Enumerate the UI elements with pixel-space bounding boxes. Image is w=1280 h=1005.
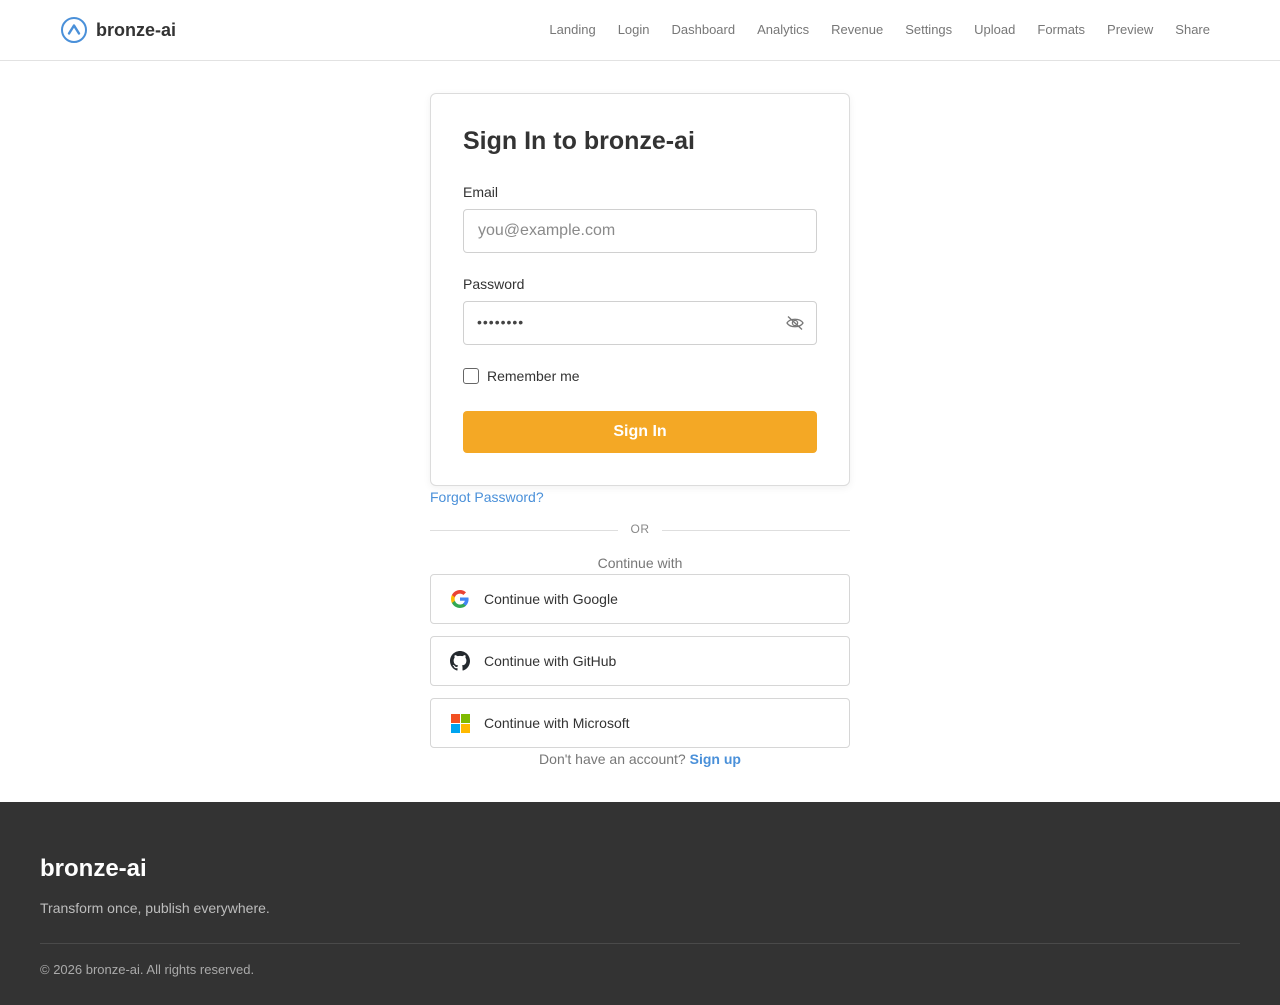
password-value: ••••••••	[477, 314, 525, 330]
brand-name: bronze-ai	[96, 19, 177, 40]
sign-in-button[interactable]: Sign In	[463, 411, 817, 453]
forgot-password-link[interactable]: Forgot Password?	[430, 489, 544, 505]
signin-title: Sign In to bronze-ai	[463, 127, 695, 155]
github-signin-label: Continue with GitHub	[484, 653, 617, 669]
email-field[interactable]	[463, 209, 817, 253]
remember-me-label: Remember me	[487, 368, 580, 384]
eye-off-icon[interactable]	[786, 315, 804, 331]
github-icon	[449, 650, 471, 672]
nav-link-settings[interactable]: Settings	[905, 22, 952, 38]
nav-link-login[interactable]: Login	[618, 22, 650, 38]
nav-link-preview[interactable]: Preview	[1107, 22, 1153, 38]
brand-logo-icon	[61, 17, 87, 43]
google-signin-label: Continue with Google	[484, 591, 618, 607]
microsoft-icon	[449, 712, 471, 734]
email-label: Email	[463, 184, 499, 200]
footer-divider	[40, 943, 1240, 944]
continue-with-label: Continue with	[597, 555, 683, 571]
remember-me-checkbox[interactable]	[463, 368, 479, 384]
brand-logo[interactable]: bronze-ai	[60, 16, 176, 44]
remember-me[interactable]: Remember me	[463, 368, 580, 384]
google-icon	[449, 588, 471, 610]
footer-tagline: Transform once, publish everywhere.	[40, 900, 270, 916]
github-signin-button[interactable]: Continue with GitHub	[430, 636, 850, 686]
nav-link-formats[interactable]: Formats	[1037, 22, 1085, 38]
nav-link-dashboard[interactable]: Dashboard	[672, 22, 736, 38]
or-divider: OR	[630, 522, 650, 536]
divider-right	[662, 530, 850, 531]
site-footer: bronze-ai Transform once, publish everyw…	[0, 802, 1280, 1005]
microsoft-signin-button[interactable]: Continue with Microsoft	[430, 698, 850, 748]
nav-link-revenue[interactable]: Revenue	[831, 22, 883, 38]
nav-link-landing[interactable]: Landing	[549, 22, 595, 38]
signup-prompt: Don't have an account? Sign up	[430, 751, 850, 767]
sign-up-link[interactable]: Sign up	[690, 751, 741, 767]
nav-link-analytics[interactable]: Analytics	[757, 22, 809, 38]
nav-link-share[interactable]: Share	[1175, 22, 1210, 38]
footer-brand: bronze-ai	[40, 855, 147, 882]
microsoft-signin-label: Continue with Microsoft	[484, 715, 630, 731]
top-navbar: bronze-ai Landing Login Dashboard Analyt…	[0, 0, 1280, 61]
password-label: Password	[463, 276, 525, 292]
signin-card: Sign In to bronze-ai Email Password ••••…	[430, 93, 850, 486]
main-nav: Landing Login Dashboard Analytics Revenu…	[527, 22, 1210, 38]
google-signin-button[interactable]: Continue with Google	[430, 574, 850, 624]
signup-prompt-text: Don't have an account?	[539, 751, 686, 767]
nav-link-upload[interactable]: Upload	[974, 22, 1015, 38]
divider-left	[430, 530, 618, 531]
footer-copyright: © 2026 bronze-ai. All rights reserved.	[40, 962, 255, 977]
